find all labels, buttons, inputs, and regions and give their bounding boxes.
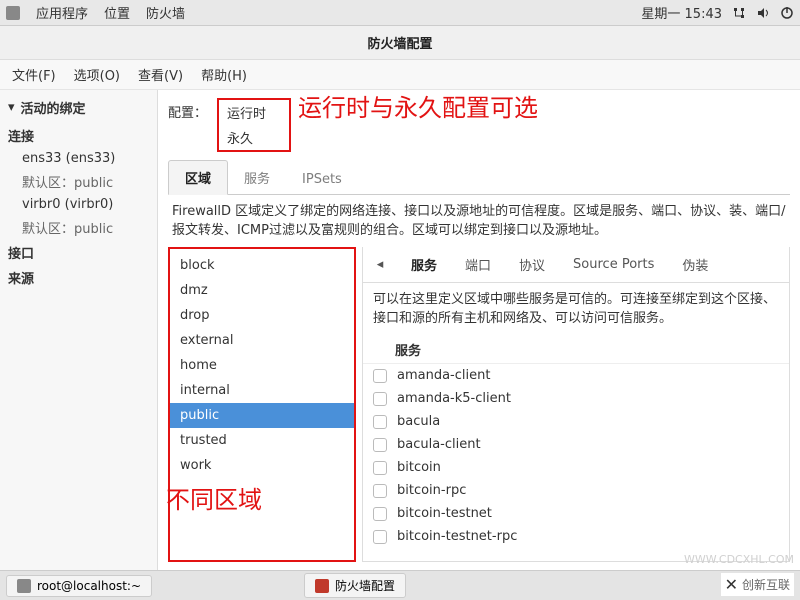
tab-scroll-left[interactable]: ◂ bbox=[371, 257, 389, 272]
zone-item-block[interactable]: block bbox=[170, 253, 354, 278]
service-name: bitcoin bbox=[397, 460, 441, 475]
watermark-url: WWW.CDCXHL.COM bbox=[684, 553, 794, 566]
service-tab-sourceports[interactable]: Source Ports bbox=[567, 255, 660, 274]
service-row[interactable]: bitcoin-rpc bbox=[363, 479, 789, 502]
checkbox[interactable] bbox=[373, 461, 387, 475]
taskbar-firewall[interactable]: 防火墙配置 bbox=[304, 573, 406, 598]
zone-item-public[interactable]: public bbox=[170, 403, 354, 428]
service-name: amanda-client bbox=[397, 368, 490, 383]
checkbox[interactable] bbox=[373, 484, 387, 498]
zone-item-external[interactable]: external bbox=[170, 328, 354, 353]
taskbar-label: 防火墙配置 bbox=[335, 577, 395, 594]
service-name: bacula bbox=[397, 414, 440, 429]
service-name: amanda-k5-client bbox=[397, 391, 511, 406]
checkbox[interactable] bbox=[373, 438, 387, 452]
service-name: bitcoin-rpc bbox=[397, 483, 466, 498]
apps-icon[interactable] bbox=[6, 6, 20, 20]
zone-item-dmz[interactable]: dmz bbox=[170, 278, 354, 303]
panel-menu-places[interactable]: 位置 bbox=[104, 3, 130, 22]
service-row[interactable]: bitcoin-testnet-rpc bbox=[363, 525, 789, 548]
config-dropdown[interactable]: 运行时 永久 bbox=[217, 98, 291, 152]
services-description: 可以在这里定义区域中哪些服务是可信的。可连接至绑定到这个区接、接口和源的所有主机… bbox=[363, 283, 789, 337]
connection-item[interactable]: ens33 (ens33) bbox=[8, 148, 149, 169]
zone-item-trusted[interactable]: trusted bbox=[170, 428, 354, 453]
clock[interactable]: 星期一 15:43 bbox=[641, 3, 722, 22]
zone-item-internal[interactable]: internal bbox=[170, 378, 354, 403]
zone-item-drop[interactable]: drop bbox=[170, 303, 354, 328]
sidebar-section-interfaces[interactable]: 接口 bbox=[8, 240, 149, 265]
menu-help[interactable]: 帮助(H) bbox=[201, 65, 247, 84]
terminal-icon bbox=[17, 579, 31, 593]
chevron-down-icon[interactable]: ▾ bbox=[8, 100, 15, 115]
checkbox[interactable] bbox=[373, 369, 387, 383]
service-tab-services[interactable]: 服务 bbox=[405, 253, 443, 276]
service-row[interactable]: bitcoin bbox=[363, 456, 789, 479]
sidebar-section-connections[interactable]: 连接 bbox=[8, 123, 149, 148]
tab-services[interactable]: 服务 bbox=[228, 161, 286, 194]
service-tab-protocols[interactable]: 协议 bbox=[513, 253, 551, 276]
connection-item[interactable]: virbr0 (virbr0) bbox=[8, 194, 149, 215]
config-label: 配置： bbox=[168, 98, 207, 121]
connection-default: 默认区：public bbox=[8, 169, 149, 194]
menu-view[interactable]: 查看(V) bbox=[138, 65, 183, 84]
taskbar-label: root@localhost:~ bbox=[37, 579, 141, 593]
firewall-icon bbox=[315, 579, 329, 593]
menu-file[interactable]: 文件(F) bbox=[12, 65, 56, 84]
services-pane: ◂ 服务 端口 协议 Source Ports 伪装 可以在这里定义区域中哪些服… bbox=[362, 247, 790, 562]
window-title-bar: 防火墙配置 bbox=[0, 26, 800, 60]
services-column-header: 服务 bbox=[363, 336, 789, 364]
content-pane: 配置： 运行时 永久 区域 服务 IPSets FirewallD 区域定义了绑… bbox=[158, 90, 800, 570]
config-option-runtime[interactable]: 运行时 bbox=[219, 100, 289, 125]
service-tab-ports[interactable]: 端口 bbox=[459, 253, 497, 276]
service-row[interactable]: bacula bbox=[363, 410, 789, 433]
service-row[interactable]: bacula-client bbox=[363, 433, 789, 456]
service-name: bitcoin-testnet bbox=[397, 506, 492, 521]
taskbar-terminal[interactable]: root@localhost:~ bbox=[6, 575, 152, 597]
tab-ipsets[interactable]: IPSets bbox=[286, 165, 358, 194]
taskbar: root@localhost:~ 防火墙配置 bbox=[0, 570, 800, 600]
service-name: bacula-client bbox=[397, 437, 481, 452]
checkbox[interactable] bbox=[373, 507, 387, 521]
config-option-permanent[interactable]: 永久 bbox=[219, 125, 289, 150]
connection-default: 默认区：public bbox=[8, 215, 149, 240]
sidebar: ▾ 活动的绑定 连接 ens33 (ens33) 默认区：public virb… bbox=[0, 90, 158, 570]
watermark-brand: ✕ 创新互联 bbox=[721, 573, 794, 596]
checkbox[interactable] bbox=[373, 530, 387, 544]
panel-menu-apps[interactable]: 应用程序 bbox=[36, 3, 88, 22]
tab-zones[interactable]: 区域 bbox=[168, 160, 228, 195]
checkbox[interactable] bbox=[373, 392, 387, 406]
service-row[interactable]: amanda-k5-client bbox=[363, 387, 789, 410]
volume-icon[interactable] bbox=[756, 6, 770, 20]
checkbox[interactable] bbox=[373, 415, 387, 429]
services-list: amanda-client amanda-k5-client bacula ba… bbox=[363, 364, 789, 561]
top-panel: 应用程序 位置 防火墙 星期一 15:43 bbox=[0, 0, 800, 26]
network-icon[interactable] bbox=[732, 6, 746, 20]
menu-bar: 文件(F) 选项(O) 查看(V) 帮助(H) bbox=[0, 60, 800, 90]
sidebar-header: 活动的绑定 bbox=[21, 98, 86, 117]
zone-description: FirewallD 区域定义了绑定的网络连接、接口以及源地址的可信程度。区域是服… bbox=[168, 195, 790, 247]
sidebar-section-sources[interactable]: 来源 bbox=[8, 265, 149, 290]
menu-options[interactable]: 选项(O) bbox=[74, 65, 120, 84]
window-title: 防火墙配置 bbox=[367, 33, 432, 52]
zone-item-home[interactable]: home bbox=[170, 353, 354, 378]
service-row[interactable]: bitcoin-testnet bbox=[363, 502, 789, 525]
zone-list: block dmz drop external home internal pu… bbox=[168, 247, 356, 562]
service-row[interactable]: amanda-client bbox=[363, 364, 789, 387]
service-tab-masq[interactable]: 伪装 bbox=[676, 253, 714, 276]
panel-menu-firewall[interactable]: 防火墙 bbox=[146, 3, 185, 22]
service-name: bitcoin-testnet-rpc bbox=[397, 529, 517, 544]
main-tabs: 区域 服务 IPSets bbox=[168, 160, 790, 195]
zone-item-work[interactable]: work bbox=[170, 453, 354, 478]
power-icon[interactable] bbox=[780, 6, 794, 20]
